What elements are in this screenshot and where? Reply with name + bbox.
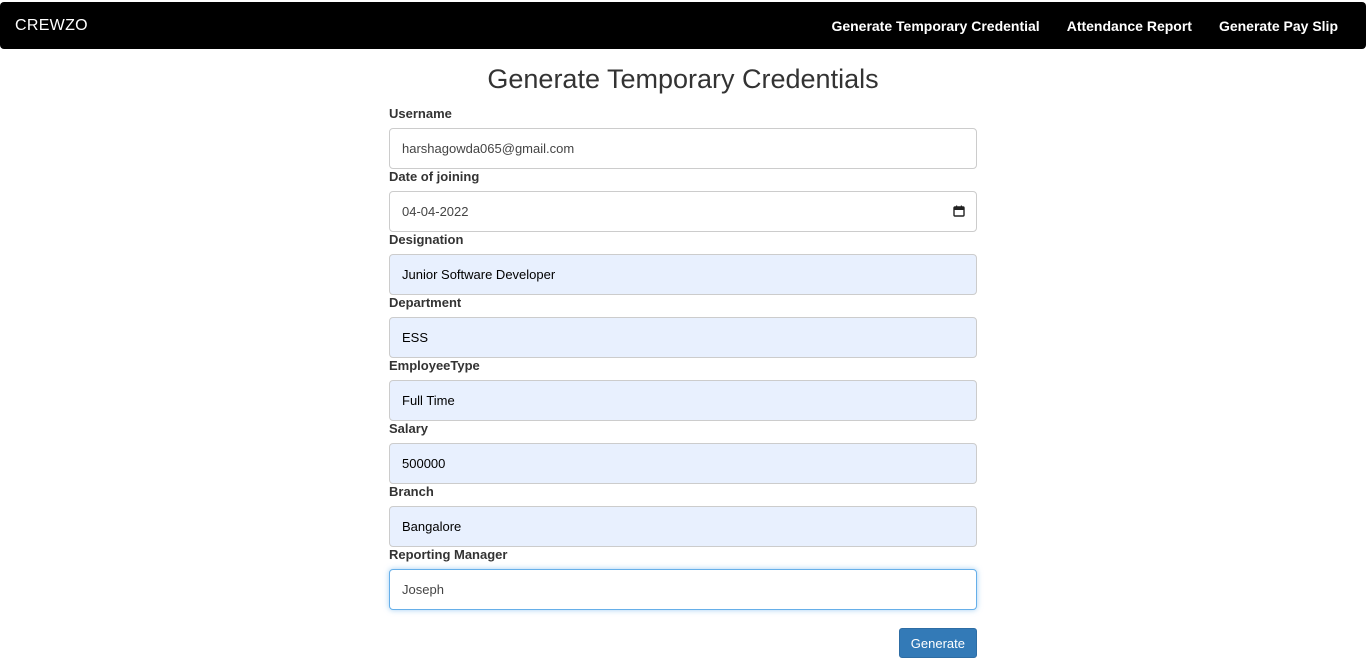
submit-row: Generate [389, 628, 977, 658]
date-of-joining-group: Date of joining [389, 169, 977, 232]
username-label: Username [389, 106, 452, 121]
branch-label: Branch [389, 484, 434, 499]
designation-input[interactable] [389, 254, 977, 295]
salary-input[interactable] [389, 443, 977, 484]
calendar-icon[interactable] [953, 205, 965, 217]
department-label: Department [389, 295, 462, 310]
date-of-joining-label: Date of joining [389, 169, 480, 184]
page-title: Generate Temporary Credentials [487, 64, 879, 94]
reporting-manager-input[interactable] [389, 569, 977, 610]
employee-type-group: EmployeeType [389, 358, 977, 421]
reporting-manager-label: Reporting Manager [389, 547, 508, 562]
username-input[interactable] [389, 128, 977, 169]
salary-label: Salary [389, 421, 429, 436]
brand-link[interactable]: CREWZO [15, 17, 88, 35]
top-navbar: CREWZO Generate Temporary Credential Att… [0, 2, 1366, 49]
username-group: Username [389, 106, 977, 169]
nav-generate-temporary-credential[interactable]: Generate Temporary Credential [831, 18, 1039, 34]
branch-group: Branch [389, 484, 977, 547]
credentials-form: Username Date of joining Designation Dep… [389, 106, 977, 610]
department-input[interactable] [389, 317, 977, 358]
department-group: Department [389, 295, 977, 358]
nav-generate-pay-slip[interactable]: Generate Pay Slip [1219, 18, 1338, 34]
employee-type-input[interactable] [389, 380, 977, 421]
branch-input[interactable] [389, 506, 977, 547]
reporting-manager-group: Reporting Manager [389, 547, 977, 610]
salary-group: Salary [389, 421, 977, 484]
employee-type-label: EmployeeType [389, 358, 480, 373]
designation-group: Designation [389, 232, 977, 295]
date-of-joining-input[interactable] [389, 191, 977, 232]
designation-label: Designation [389, 232, 464, 247]
nav-attendance-report[interactable]: Attendance Report [1067, 18, 1192, 34]
nav-links: Generate Temporary Credential Attendance… [804, 18, 1338, 34]
generate-button[interactable]: Generate [898, 628, 977, 658]
